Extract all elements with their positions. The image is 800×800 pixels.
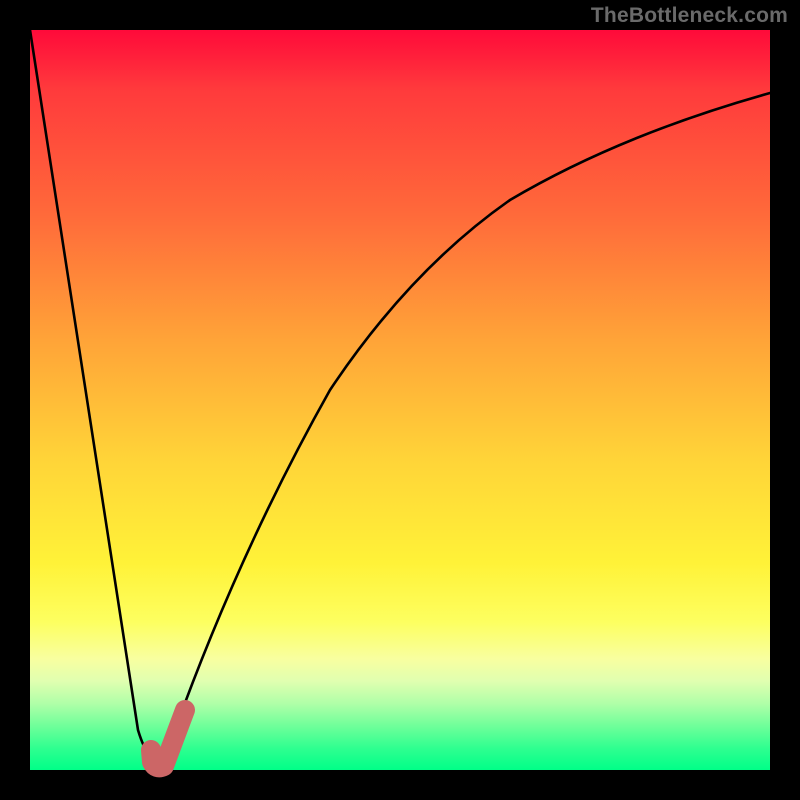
highlight-j <box>151 710 185 767</box>
watermark-text: TheBottleneck.com <box>591 4 788 28</box>
bottleneck-curve <box>30 30 770 759</box>
chart-frame: TheBottleneck.com <box>0 0 800 800</box>
chart-curves-svg <box>30 30 770 770</box>
